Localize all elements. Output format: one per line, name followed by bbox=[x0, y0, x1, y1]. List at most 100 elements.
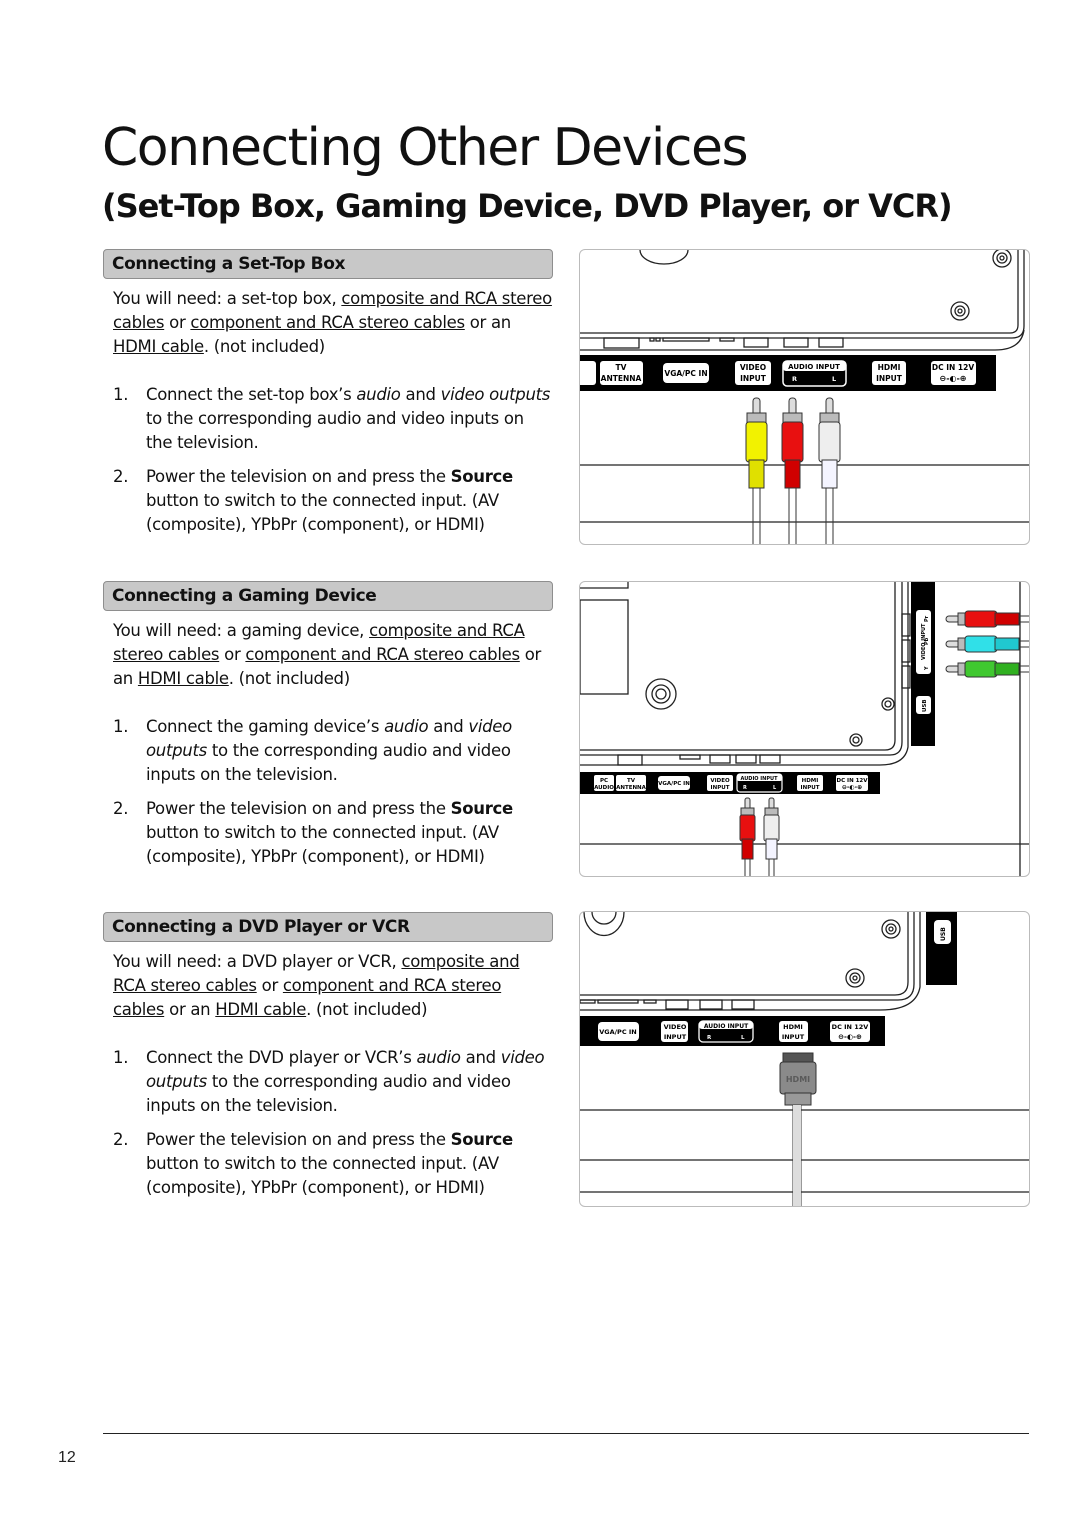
side-y-label: Y bbox=[924, 666, 930, 671]
white-rca-plug bbox=[763, 797, 780, 876]
audio-input-label: AUDIO INPUT bbox=[741, 776, 779, 782]
step-emphasis: audio bbox=[416, 1048, 461, 1067]
hdmi-input-label-2: INPUT bbox=[782, 1033, 805, 1041]
section-heading: Connecting a Set-Top Box bbox=[103, 249, 553, 279]
green-component-plug bbox=[945, 660, 1029, 678]
vga-label: VGA/PC IN bbox=[658, 781, 690, 787]
step-text: Connect the DVD player or VCR’s bbox=[146, 1048, 417, 1067]
step-number: 2. bbox=[113, 467, 129, 486]
audio-r-label: R bbox=[743, 785, 747, 791]
vga-label: VGA/PC IN bbox=[599, 1028, 636, 1036]
step-text: button to switch to the connected input.… bbox=[146, 491, 499, 534]
step-text: Power the television on and press the bbox=[146, 1130, 451, 1149]
steps-list: 1. Connect the DVD player or VCR’s audio … bbox=[103, 1046, 553, 1200]
step-text: Power the television on and press the bbox=[146, 799, 451, 818]
step-item: 2. Power the television on and press the … bbox=[103, 1128, 553, 1200]
red-rca-plug bbox=[739, 797, 756, 876]
page-subtitle: (Set-Top Box, Gaming Device, DVD Player,… bbox=[102, 187, 953, 225]
source-button-name: Source bbox=[450, 799, 514, 818]
step-text: Connect the set-top box’s bbox=[146, 385, 357, 404]
audio-r-label: R bbox=[792, 375, 797, 383]
section-dvd-vcr: Connecting a DVD Player or VCR You will … bbox=[103, 912, 553, 1210]
side-pr-label: Pr bbox=[924, 615, 930, 622]
requirements-text: You will need: a gaming device, composit… bbox=[113, 619, 553, 691]
step-emphasis: audio bbox=[384, 717, 429, 736]
step-emphasis: audio bbox=[356, 385, 401, 404]
step-emphasis: video outputs bbox=[440, 385, 551, 404]
step-text: Connect the gaming device’s bbox=[146, 717, 385, 736]
video-input-label-1: VIDEO bbox=[710, 778, 730, 784]
dc-in-label: DC IN 12V bbox=[832, 1023, 869, 1031]
requirements-prefix: You will need: a gaming device, bbox=[113, 621, 370, 640]
dc-polarity-symbol: ⊖-◐-⊕ bbox=[939, 374, 966, 383]
requirements-suffix: . (not included) bbox=[306, 1000, 428, 1019]
vga-label: VGA/PC IN bbox=[664, 369, 707, 378]
section-set-top-box: Connecting a Set-Top Box You will need: … bbox=[103, 249, 553, 547]
cyan-component-plug bbox=[945, 635, 1029, 653]
page-number: 12 bbox=[58, 1449, 76, 1466]
tv-antenna-label-1: TV bbox=[627, 778, 636, 784]
step-text: to the corresponding audio and video inp… bbox=[146, 409, 524, 452]
hdmi-input-label-1: HDMI bbox=[802, 778, 819, 784]
requirements-prefix: You will need: a set-top box, bbox=[113, 289, 342, 308]
hdmi-cable-link[interactable]: HDMI cable bbox=[215, 1000, 306, 1019]
pc-audio-label-1: PC bbox=[600, 778, 608, 784]
source-button-name: Source bbox=[450, 1130, 514, 1149]
video-input-label-2: INPUT bbox=[664, 1033, 687, 1041]
component-cable-link[interactable]: component and RCA stereo cables bbox=[190, 313, 465, 332]
red-component-plug bbox=[945, 610, 1029, 628]
usb-label: USB bbox=[940, 927, 947, 941]
audio-l-label: L bbox=[741, 1035, 745, 1041]
audio-input-label: AUDIO INPUT bbox=[788, 363, 840, 371]
step-item: 1. Connect the DVD player or VCR’s audio … bbox=[103, 1046, 553, 1118]
section-gaming-device: Connecting a Gaming Device You will need… bbox=[103, 581, 553, 879]
requirements-suffix: . (not included) bbox=[203, 337, 325, 356]
or-text: or an bbox=[164, 1000, 216, 1019]
figure-gaming-device-connection: VIDEO INPUT Pr Pb Y USB PC AUDIO TV ANTE… bbox=[579, 581, 1030, 877]
step-number: 2. bbox=[113, 1130, 129, 1149]
step-number: 2. bbox=[113, 799, 129, 818]
audio-input-label: AUDIO INPUT bbox=[704, 1023, 749, 1030]
audio-l-label: L bbox=[832, 375, 836, 383]
source-button-name: Source bbox=[450, 467, 514, 486]
figure-dvd-vcr-connection: USB VGA/PC IN VIDEO INPUT AUDIO INPUT R … bbox=[579, 911, 1030, 1207]
side-pb-label: Pb bbox=[924, 637, 930, 645]
or-text: or bbox=[256, 976, 283, 995]
steps-list: 1. Connect the gaming device’s audio and … bbox=[103, 715, 553, 869]
step-text: and bbox=[400, 385, 441, 404]
section-heading: Connecting a DVD Player or VCR bbox=[103, 912, 553, 942]
step-number: 1. bbox=[113, 385, 129, 404]
dc-polarity-symbol: ⊖-◐-⊕ bbox=[842, 784, 862, 791]
step-item: 1. Connect the set-top box’s audio and vi… bbox=[103, 383, 553, 455]
hdmi-cable-link[interactable]: HDMI cable bbox=[138, 669, 229, 688]
component-cable-link[interactable]: component and RCA stereo cables bbox=[245, 645, 520, 664]
dc-polarity-symbol: ⊖-◐-⊕ bbox=[838, 1033, 862, 1041]
tv-antenna-label-2: ANTENNA bbox=[601, 374, 642, 383]
step-number: 1. bbox=[113, 717, 129, 736]
requirements-text: You will need: a DVD player or VCR, comp… bbox=[113, 950, 553, 1022]
section-heading: Connecting a Gaming Device bbox=[103, 581, 553, 611]
or-text: or an bbox=[464, 313, 512, 332]
step-number: 1. bbox=[113, 1048, 129, 1067]
step-item: 2. Power the television on and press the … bbox=[103, 797, 553, 869]
step-text: button to switch to the connected input.… bbox=[146, 1154, 499, 1197]
hdmi-input-label-1: HDMI bbox=[878, 363, 901, 372]
hdmi-cable-link[interactable]: HDMI cable bbox=[113, 337, 204, 356]
usb-label: USB bbox=[922, 699, 928, 712]
figure-set-top-box-connection: TV ANTENNA VGA/PC IN VIDEO INPUT AUDIO I… bbox=[579, 249, 1030, 545]
tv-antenna-label-2: ANTENNA bbox=[616, 785, 647, 791]
video-input-label-2: INPUT bbox=[711, 785, 730, 791]
footer-rule bbox=[103, 1433, 1029, 1434]
step-text: button to switch to the connected input.… bbox=[146, 823, 499, 866]
dc-in-label: DC IN 12V bbox=[932, 363, 974, 372]
step-text: and bbox=[428, 717, 469, 736]
requirements-prefix: You will need: a DVD player or VCR, bbox=[113, 952, 402, 971]
step-text: Power the television on and press the bbox=[146, 467, 451, 486]
page-title: Connecting Other Devices bbox=[102, 118, 749, 178]
hdmi-input-label-2: INPUT bbox=[801, 785, 820, 791]
hdmi-plug-label: HDMI bbox=[786, 1075, 810, 1084]
step-item: 1. Connect the gaming device’s audio and … bbox=[103, 715, 553, 787]
requirements-text: You will need: a set-top box, composite … bbox=[113, 287, 553, 359]
video-input-label-2: INPUT bbox=[740, 374, 767, 383]
video-input-label-1: VIDEO bbox=[664, 1023, 687, 1031]
